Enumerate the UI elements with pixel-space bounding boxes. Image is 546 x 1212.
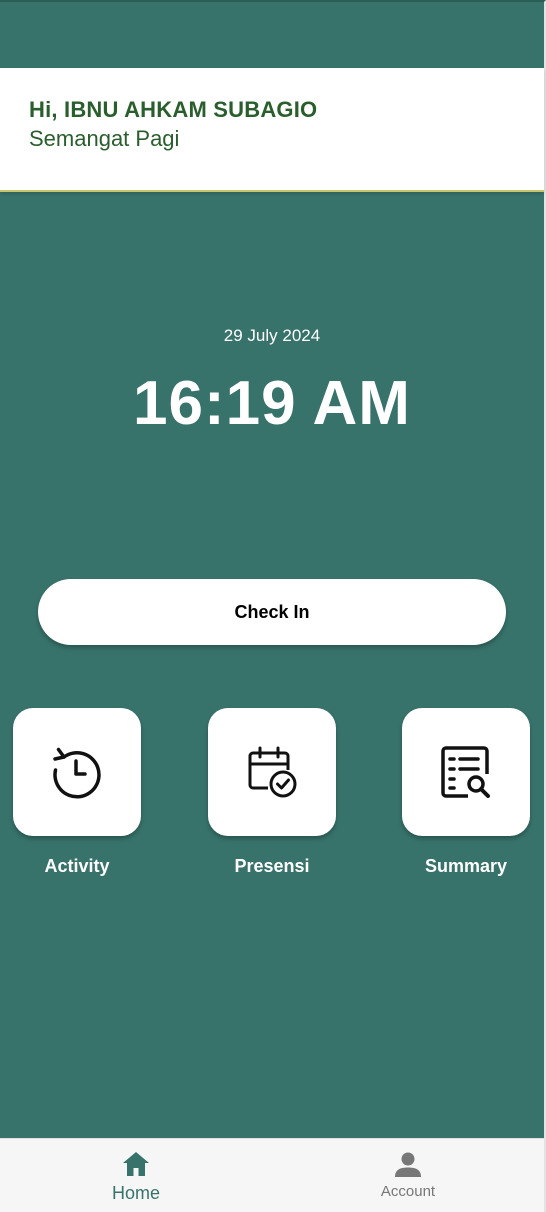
subgreeting-text: Semangat Pagi bbox=[29, 126, 180, 151]
activity-button[interactable] bbox=[13, 708, 141, 836]
nav-home-label: Home bbox=[111, 1183, 160, 1203]
document-search-icon bbox=[441, 746, 490, 798]
history-clock-icon bbox=[53, 747, 101, 799]
nav-home[interactable]: Home bbox=[46, 1139, 226, 1212]
summary-label: Summary bbox=[424, 856, 508, 876]
bottom-navigation: Home Account bbox=[0, 1138, 544, 1212]
calendar-check-icon bbox=[248, 746, 297, 798]
activity-label: Activity bbox=[44, 856, 110, 876]
app-screen: Hi, IBNU AHKAM SUBAGIO Semangat Pagi 29 … bbox=[0, 0, 546, 1212]
greeting-card: Hi, IBNU AHKAM SUBAGIO Semangat Pagi bbox=[0, 68, 544, 192]
home-icon bbox=[123, 1152, 149, 1176]
nav-account[interactable]: Account bbox=[318, 1139, 498, 1212]
summary-button[interactable] bbox=[402, 708, 530, 836]
check-in-button[interactable]: Check In bbox=[38, 579, 506, 645]
current-time: 16:19 AM bbox=[133, 369, 411, 438]
presensi-button[interactable] bbox=[208, 708, 336, 836]
person-icon bbox=[395, 1152, 421, 1177]
presensi-label: Presensi bbox=[234, 856, 310, 876]
nav-account-label: Account bbox=[380, 1183, 436, 1200]
greeting-text: Hi, IBNU AHKAM SUBAGIO bbox=[29, 97, 318, 122]
current-date: 29 July 2024 bbox=[223, 326, 321, 345]
